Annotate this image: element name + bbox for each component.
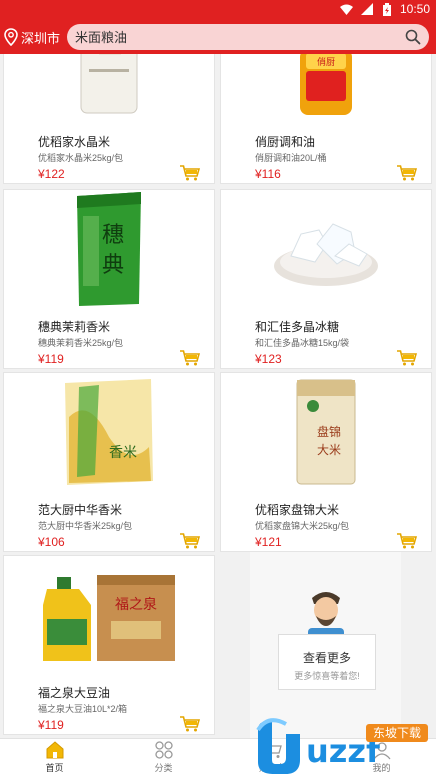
product-price: ¥119 — [38, 352, 64, 366]
add-to-cart-icon[interactable] — [397, 165, 417, 181]
add-to-cart-icon[interactable] — [397, 350, 417, 366]
product-card[interactable]: 福之泉 福之泉大豆油 福之泉大豆油10L*2/箱 ¥119 — [3, 555, 215, 735]
category-icon — [154, 741, 173, 759]
nav-category[interactable]: 分类 — [109, 739, 218, 776]
view-more-label[interactable]: 查看更多 更多惊喜等着您! — [278, 634, 376, 690]
product-name: 优稻家盘锦大米 — [255, 503, 340, 517]
view-more-subtitle: 更多惊喜等着您! — [294, 671, 360, 681]
search-icon[interactable] — [405, 29, 421, 45]
status-icons: 10:50 — [340, 2, 430, 16]
product-name: 福之泉大豆油 — [38, 686, 111, 700]
svg-text:典: 典 — [102, 253, 124, 278]
wifi-icon — [340, 2, 354, 16]
product-desc: 穗典茉莉香米25kg/包 — [38, 338, 124, 348]
product-image-rice-bag-yellow: 香米 — [4, 373, 214, 491]
product-desc: 俏厨调和油20L/桶 — [255, 153, 327, 163]
product-price: ¥122 — [38, 167, 65, 181]
product-price: ¥121 — [255, 535, 282, 549]
nav-home[interactable]: 首页 — [0, 739, 109, 776]
svg-text:俏厨: 俏厨 — [317, 56, 335, 68]
home-icon — [46, 741, 63, 759]
product-card[interactable]: 和汇佳多晶冰糖 和汇佳多晶冰糖15kg/袋 ¥123 — [220, 189, 432, 369]
view-more-card[interactable]: 查看更多 更多惊喜等着您! — [250, 552, 401, 738]
location-pin-icon — [4, 28, 18, 46]
product-card[interactable]: 香米 范大厨中华香米 范大厨中华香米25kg/包 ¥106 — [3, 372, 215, 552]
nav-category-label: 分类 — [154, 763, 173, 773]
header: 深圳市 — [0, 20, 436, 54]
svg-text:大米: 大米 — [317, 443, 341, 457]
search-input[interactable] — [75, 29, 395, 45]
product-name: 范大厨中华香米 — [38, 503, 123, 517]
status-time: 10:50 — [399, 2, 430, 16]
product-card[interactable]: 米 优稻家水晶米 优稻家水晶米25kg/包 ¥122 — [3, 54, 215, 184]
search-bar[interactable] — [67, 24, 429, 50]
product-price: ¥119 — [38, 718, 64, 732]
signal-icon — [360, 2, 374, 16]
product-image-rice-bag-beige: 盘锦 大米 — [221, 373, 431, 491]
product-price: ¥106 — [38, 535, 65, 549]
add-to-cart-icon[interactable] — [180, 350, 200, 366]
product-image-oil-bottle: 俏厨 — [221, 54, 431, 123]
status-bar: 10:50 — [0, 0, 436, 20]
svg-text:东坡下载: 东坡下载 — [373, 726, 421, 740]
product-image-soybean-oil: 福之泉 — [4, 556, 214, 674]
product-image-rock-sugar — [221, 190, 431, 308]
product-card[interactable]: 穗 典 穗典茉莉香米 穗典茉莉香米25kg/包 ¥119 — [3, 189, 215, 369]
product-grid: 米 优稻家水晶米 优稻家水晶米25kg/包 ¥122 俏厨 俏厨调和油 俏厨调和… — [0, 54, 436, 738]
product-name: 优稻家水晶米 — [38, 135, 111, 149]
mascot-illustration — [308, 592, 344, 638]
product-image-rice-bag-white: 米 — [4, 54, 214, 123]
uzzf-watermark-logo: uzzf 东坡下载 — [256, 718, 428, 774]
svg-text:福之泉: 福之泉 — [115, 596, 157, 613]
location-selector[interactable]: 深圳市 — [4, 24, 60, 50]
svg-text:穗: 穗 — [102, 223, 124, 248]
add-to-cart-icon[interactable] — [180, 533, 200, 549]
product-desc: 和汇佳多晶冰糖15kg/袋 — [255, 338, 350, 348]
add-to-cart-icon[interactable] — [180, 165, 200, 181]
add-to-cart-icon[interactable] — [397, 533, 417, 549]
product-name: 穗典茉莉香米 — [38, 320, 111, 334]
product-card[interactable]: 俏厨 俏厨调和油 俏厨调和油20L/桶 ¥116 — [220, 54, 432, 184]
product-desc: 优稻家水晶米25kg/包 — [38, 153, 124, 163]
product-price: ¥123 — [255, 352, 282, 366]
product-price: ¥116 — [255, 167, 281, 181]
product-image-rice-bag-green: 穗 典 — [4, 190, 214, 308]
svg-text:香米: 香米 — [109, 445, 137, 461]
product-name: 和汇佳多晶冰糖 — [255, 320, 340, 334]
svg-text:盘锦: 盘锦 — [317, 424, 341, 439]
view-more-title: 查看更多 — [302, 651, 351, 665]
product-name: 俏厨调和油 — [255, 135, 316, 149]
battery-icon — [380, 2, 394, 16]
add-to-cart-icon[interactable] — [180, 716, 200, 732]
product-desc: 优稻家盘锦大米25kg/包 — [255, 521, 350, 531]
product-desc: 福之泉大豆油10L*2/箱 — [38, 704, 128, 714]
nav-home-label: 首页 — [45, 763, 64, 773]
product-desc: 范大厨中华香米25kg/包 — [38, 521, 133, 531]
product-card[interactable]: 盘锦 大米 优稻家盘锦大米 优稻家盘锦大米25kg/包 ¥121 — [220, 372, 432, 552]
city-label: 深圳市 — [21, 30, 61, 46]
